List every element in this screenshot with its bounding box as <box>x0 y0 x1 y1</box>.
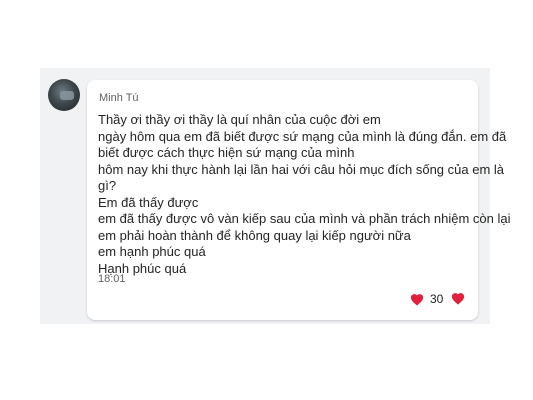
message-line: hôm nay khi thực hành lại lần hai với câ… <box>98 161 505 177</box>
avatar-image <box>60 91 74 100</box>
heart-icon <box>410 293 424 306</box>
sender-name: Minh Tú <box>99 92 139 104</box>
message-line: Em đã thấy được <box>98 194 199 210</box>
heart-react-button[interactable] <box>447 290 469 307</box>
message-bubble[interactable]: Minh Tú Thầy ơi thầy ơi thầy là quí nhân… <box>87 80 511 320</box>
message-line: em phải hoàn thành để không quay lại kiế… <box>98 227 411 243</box>
message-line: gì? <box>98 178 117 193</box>
reaction-count: 30 <box>430 292 444 306</box>
message-line: em hạnh phúc quá <box>98 244 206 259</box>
message-line: em đã thấy được vô vàn kiếp sau của mình… <box>98 211 511 226</box>
message-timestamp: 18:01 <box>98 273 126 285</box>
message-line: Thầy ơi thầy ơi thầy là quí nhân của cuộ… <box>98 112 381 127</box>
message-line: biết được cách thực hiện sứ mạng của mìn… <box>98 145 355 160</box>
avatar[interactable] <box>48 79 80 111</box>
message-line: ngày hôm qua em đã biết được sứ mạng của… <box>98 128 507 144</box>
heart-reaction-count[interactable]: 30 <box>404 290 449 308</box>
message-line: Hạnh phúc quá <box>98 260 187 276</box>
message-body: Thầy ơi thầy ơi thầy là quí nhân của cuộ… <box>98 112 511 277</box>
heart-icon <box>451 293 465 305</box>
